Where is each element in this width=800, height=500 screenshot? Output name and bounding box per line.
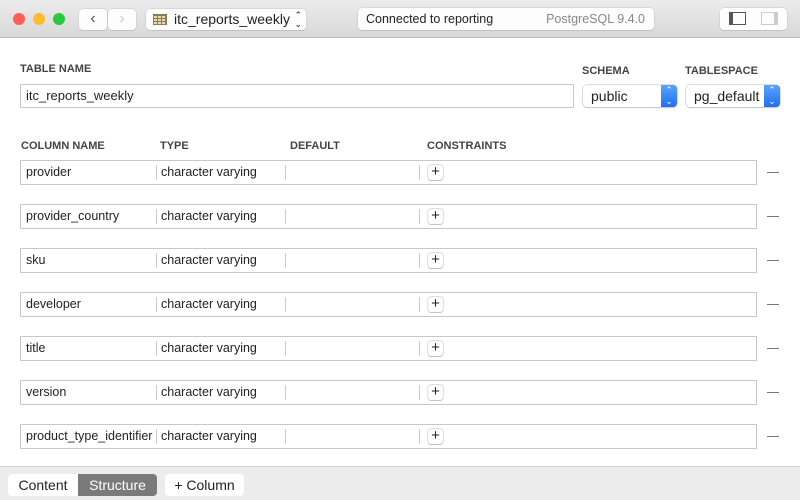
column-row: version character varying + [20,380,757,405]
close-button[interactable] [13,13,25,25]
add-constraint-plus-icon[interactable]: + [428,252,443,268]
connection-status: Connected to reporting PostgreSQL 9.4.0 [358,8,654,30]
column-type-field[interactable]: character varying [156,293,285,316]
column-default-field[interactable] [285,337,419,360]
add-constraint-plus-icon[interactable]: + [428,384,443,400]
column-row: developer character varying + [20,292,757,317]
chevron-updown-icon: ⌃ ⌄ [764,85,780,107]
connection-label: Connected to reporting [366,12,494,26]
tab-content[interactable]: Content [8,474,78,496]
column-name-field[interactable]: developer [21,293,156,316]
divider [419,165,420,180]
bottom-bar: Content Structure + Column [0,466,800,500]
divider [419,253,420,268]
divider [419,341,420,356]
column-row: sku character varying + [20,248,757,273]
add-constraint-plus-icon[interactable]: + [428,296,443,312]
add-constraint-plus-icon[interactable]: + [428,428,443,444]
tablespace-select[interactable]: pg_default ⌃ ⌄ [686,85,780,107]
column-type-field[interactable]: character varying [156,161,285,184]
column-type-field[interactable]: character varying [156,249,285,272]
column-type-field[interactable]: character varying [156,381,285,404]
header-constraints: CONSTRAINTS [427,140,507,152]
header-type: TYPE [160,140,189,152]
header-default: DEFAULT [290,140,340,152]
header-column-name: COLUMN NAME [21,140,105,152]
column-name-field[interactable]: sku [21,249,156,272]
table-name-input[interactable]: itc_reports_weekly [20,84,574,108]
add-column-button[interactable]: + Column [165,474,244,496]
table-icon [153,14,167,25]
column-default-field[interactable] [285,425,419,448]
column-default-field[interactable] [285,249,419,272]
column-row: provider_country character varying + [20,204,757,229]
divider [419,209,420,224]
remove-column-minus-icon[interactable] [767,304,779,305]
remove-column-minus-icon[interactable] [767,392,779,393]
add-constraint-plus-icon[interactable]: + [428,208,443,224]
table-selector[interactable]: itc_reports_weekly ⌃ ⌄ [146,9,306,30]
column-name-field[interactable]: provider [21,161,156,184]
remove-column-minus-icon[interactable] [767,172,779,173]
remove-column-minus-icon[interactable] [767,348,779,349]
sidebar-toggles [720,8,787,30]
add-constraint-plus-icon[interactable]: + [428,340,443,356]
tablespace-value: pg_default [694,88,760,104]
column-name-field[interactable]: version [21,381,156,404]
chevron-updown-icon: ⌃ ⌄ [661,85,677,107]
column-name-field[interactable]: title [21,337,156,360]
back-button[interactable]: ‹ [79,9,107,30]
table-name-label: TABLE NAME [20,63,92,75]
column-default-field[interactable] [285,161,419,184]
left-sidebar-toggle-icon[interactable] [729,12,746,25]
schema-select[interactable]: public ⌃ ⌄ [583,85,677,107]
column-row: provider character varying + [20,160,757,185]
remove-column-minus-icon[interactable] [767,216,779,217]
column-name-field[interactable]: provider_country [21,205,156,228]
column-row: product_type_identifier character varyin… [20,424,757,449]
zoom-button[interactable] [53,13,65,25]
divider [419,429,420,444]
forward-button[interactable]: › [108,9,136,30]
column-type-field[interactable]: character varying [156,205,285,228]
column-name-field[interactable]: product_type_identifier [21,425,156,448]
title-bar: ‹ › itc_reports_weekly ⌃ ⌄ Connected to r… [0,0,800,38]
remove-column-minus-icon[interactable] [767,260,779,261]
schema-value: public [591,88,628,104]
divider [419,385,420,400]
add-constraint-plus-icon[interactable]: + [428,164,443,180]
remove-column-minus-icon[interactable] [767,436,779,437]
tab-structure[interactable]: Structure [78,474,157,496]
chevron-updown-icon: ⌃ ⌄ [294,10,302,29]
minimize-button[interactable] [33,13,45,25]
server-version: PostgreSQL 9.4.0 [546,12,645,26]
tablespace-label: TABLESPACE [685,65,758,77]
column-type-field[interactable]: character varying [156,425,285,448]
right-sidebar-toggle-icon[interactable] [761,12,778,25]
table-selector-label: itc_reports_weekly [174,11,290,27]
divider [419,297,420,312]
column-default-field[interactable] [285,293,419,316]
column-row: title character varying + [20,336,757,361]
column-default-field[interactable] [285,381,419,404]
column-default-field[interactable] [285,205,419,228]
column-type-field[interactable]: character varying [156,337,285,360]
schema-label: SCHEMA [582,65,630,77]
